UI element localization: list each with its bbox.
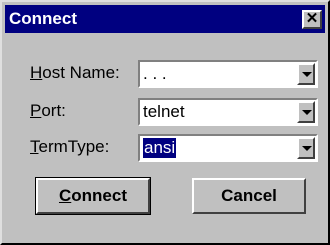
- dialog-title: Connect: [9, 9, 77, 28]
- termtype-label-text: ermType:: [38, 137, 110, 156]
- host-name-label: Host Name:: [30, 62, 120, 84]
- close-button[interactable]: ✕: [302, 9, 322, 29]
- dropdown-arrow-icon[interactable]: [297, 137, 315, 159]
- dropdown-arrow-icon[interactable]: [297, 101, 315, 123]
- termtype-combobox[interactable]: ansi: [138, 134, 318, 162]
- host-name-mnemonic: H: [30, 63, 43, 82]
- connect-dialog: Connect ✕ Host Name: . . . Port: telnet …: [0, 0, 330, 245]
- connect-button[interactable]: Connect: [35, 177, 151, 215]
- host-name-label-text: ost Name:: [42, 63, 120, 82]
- port-value[interactable]: telnet: [143, 102, 185, 122]
- port-label-text: ort:: [41, 101, 66, 120]
- close-icon: ✕: [305, 9, 319, 27]
- termtype-label: TermType:: [30, 136, 109, 158]
- connect-mnemonic: C: [58, 186, 72, 205]
- port-combobox[interactable]: telnet: [138, 98, 318, 126]
- host-name-value[interactable]: . . .: [143, 64, 167, 84]
- dropdown-arrow-icon[interactable]: [297, 63, 315, 85]
- host-name-combobox[interactable]: . . .: [138, 60, 318, 88]
- port-mnemonic: P: [30, 101, 42, 120]
- port-label: Port:: [30, 100, 66, 122]
- cancel-button-label: Cancel: [221, 186, 277, 205]
- termtype-value[interactable]: ansi: [143, 138, 177, 158]
- cancel-button[interactable]: Cancel: [192, 178, 306, 214]
- title-bar[interactable]: Connect ✕: [5, 5, 325, 33]
- connect-button-label: onnect: [71, 186, 127, 205]
- termtype-mnemonic: T: [30, 137, 39, 156]
